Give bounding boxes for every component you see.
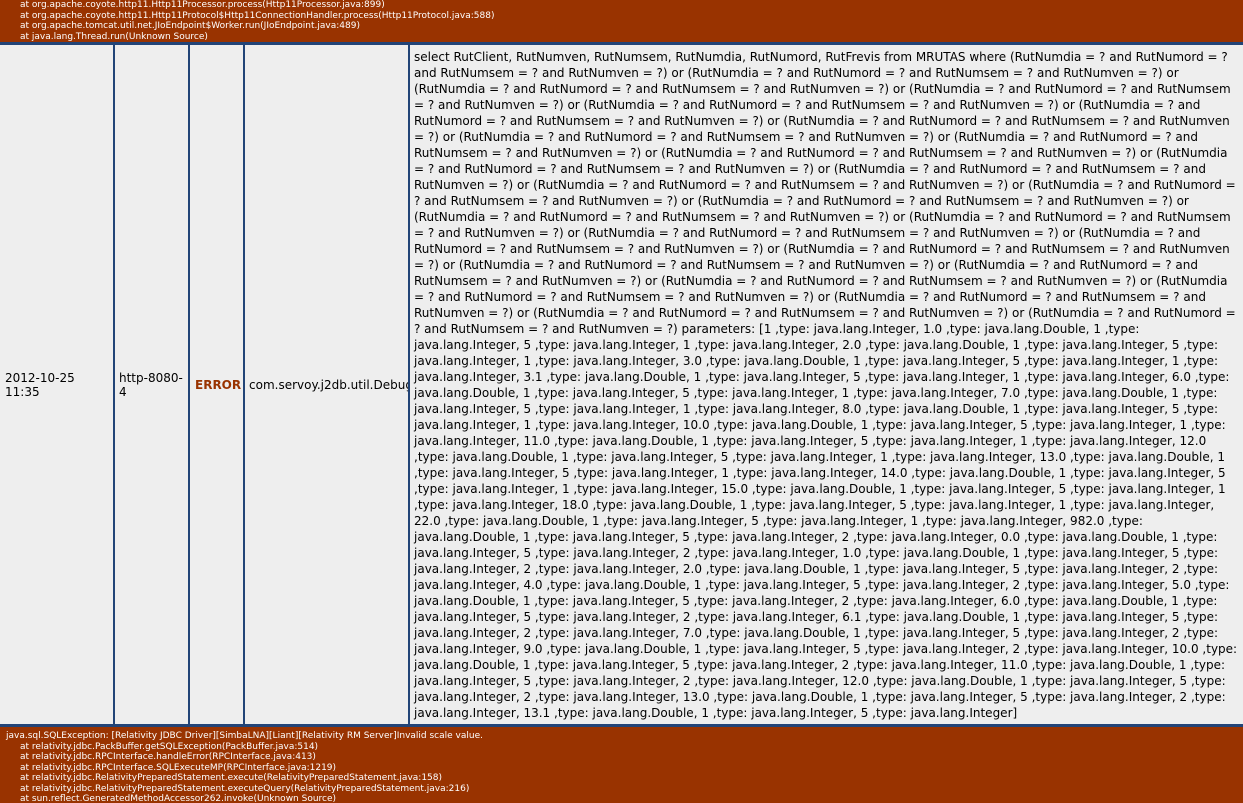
log-message: select RutClient, RutNumven, RutNumsem, … — [414, 50, 1238, 720]
log-level-cell: ERROR — [190, 45, 243, 724]
stack-trace-line: java.sql.SQLException: [Relativity JDBC … — [6, 731, 483, 741]
stack-trace-line: at relativity.jdbc.RelativityPreparedSta… — [20, 773, 443, 783]
stack-trace-line: at relativity.jdbc.PackBuffer.getSQLExce… — [20, 741, 319, 752]
stack-trace-line: at org.apache.tomcat.util.net.JIoEndpoin… — [20, 21, 360, 31]
stack-trace-line: at relativity.jdbc.RPCInterface.SQLExecu… — [20, 762, 337, 773]
stack-trace-line: at sun.reflect.GeneratedMethodAccessor26… — [20, 794, 337, 803]
stack-trace-line: at org.apache.coyote.http11.Http11Proces… — [20, 0, 385, 10]
log-date: 2012-10-25 11:35 — [5, 370, 75, 399]
log-thread-cell: http-8080-4 — [115, 45, 188, 724]
stack-trace-line: at relativity.jdbc.RelativityPreparedSta… — [20, 783, 470, 794]
log-category: com.servoy.j2db.util.Debug — [249, 377, 408, 392]
stack-trace-line: at java.lang.Thread.run(Unknown Source) — [20, 31, 208, 42]
log-category-cell: com.servoy.j2db.util.Debug — [245, 45, 408, 724]
log-thread: http-8080-4 — [119, 370, 183, 399]
log-message-cell: select RutClient, RutNumven, RutNumsem, … — [410, 45, 1243, 724]
log-date-cell: 2012-10-25 11:35 — [0, 45, 113, 724]
stack-trace-bottom: java.sql.SQLException: [Relativity JDBC … — [0, 727, 1243, 803]
log-level: ERROR — [195, 377, 242, 392]
stack-trace-line: at relativity.jdbc.RPCInterface.handleEr… — [20, 752, 316, 762]
stack-trace-top: at org.apache.coyote.http11.Http11Proces… — [0, 0, 1243, 42]
stack-trace-line: at org.apache.coyote.http11.Http11Protoc… — [20, 10, 495, 21]
